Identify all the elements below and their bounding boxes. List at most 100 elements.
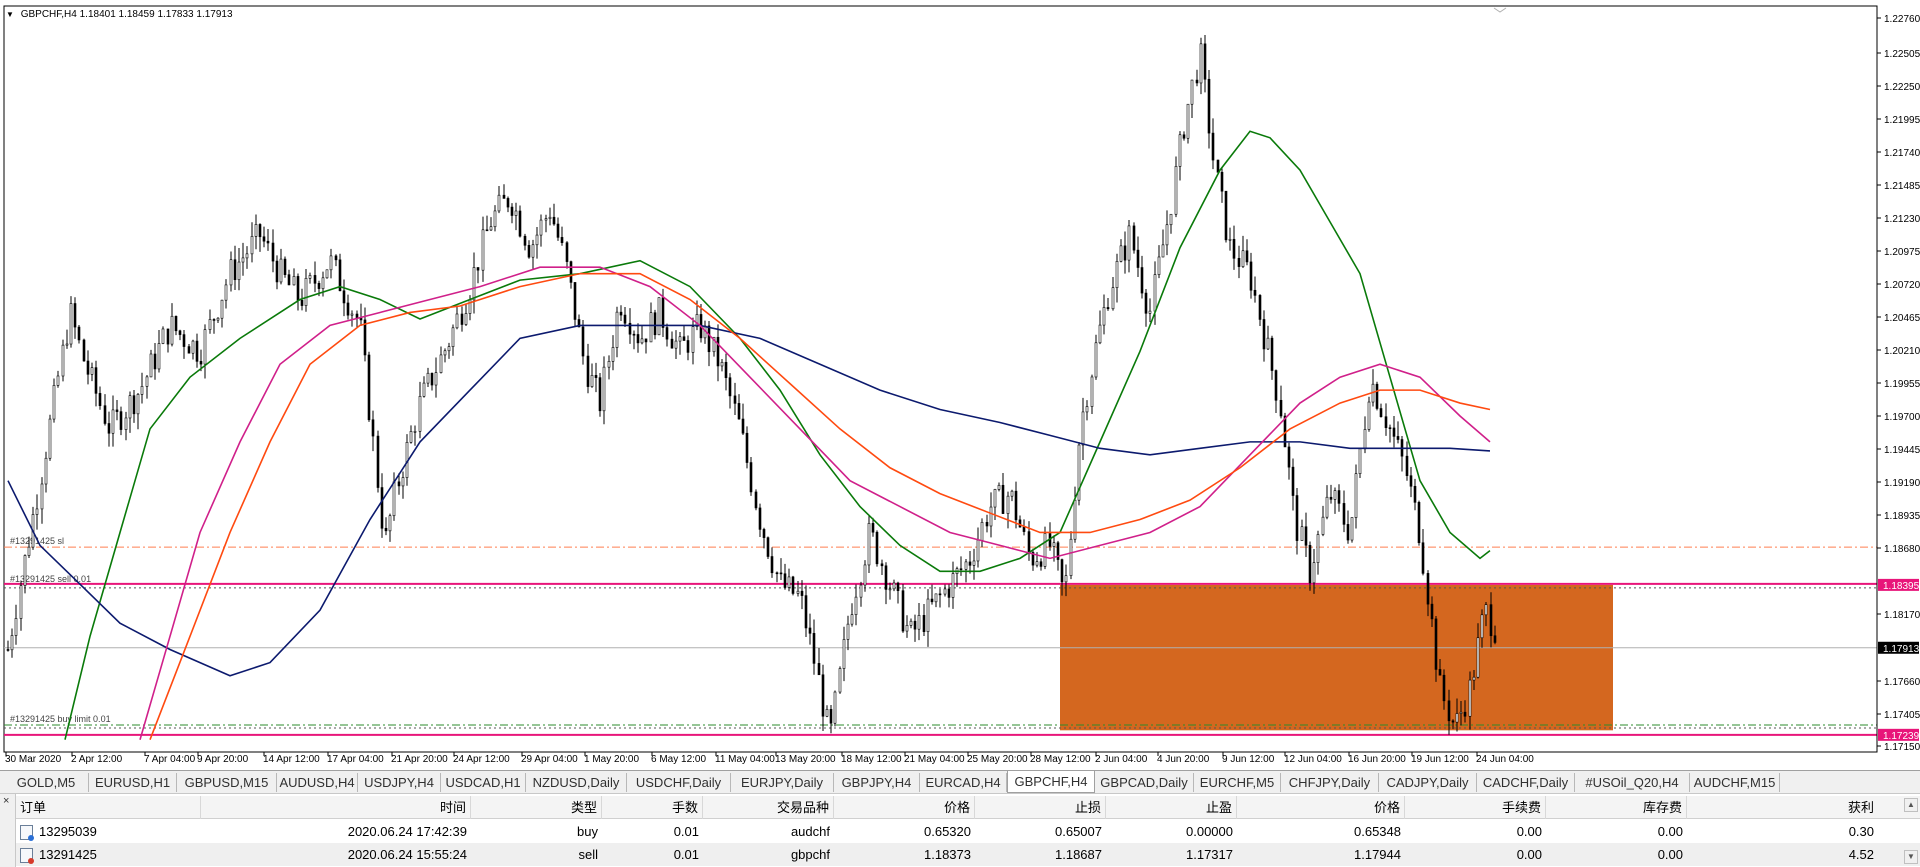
candle-body (1220, 171, 1224, 192)
header-time[interactable]: 时间 (201, 796, 471, 819)
candle-body (98, 393, 102, 406)
candle-body (796, 590, 800, 594)
candle-body (241, 257, 245, 263)
header-price[interactable]: 价格 (835, 796, 975, 819)
candle-body (14, 618, 18, 636)
header-current-price[interactable]: 价格 (1238, 796, 1405, 819)
candle-body (1190, 79, 1194, 105)
candle-body (1367, 401, 1371, 430)
tab-cadjpy-daily[interactable]: CADJPY,Daily (1379, 773, 1477, 792)
header-order[interactable]: 订单 (20, 796, 201, 819)
candle-body (531, 244, 535, 258)
chart-menu-triangle-icon[interactable]: ▼ (6, 10, 14, 19)
price-tick-label: 1.19955 (1884, 379, 1920, 390)
header-swap[interactable]: 库存费 (1547, 796, 1687, 819)
symbol-cell: audchf (790, 824, 830, 839)
close-terminal-icon[interactable]: × (3, 795, 9, 807)
price-chart[interactable]: #13291425 sl #13291425 sell 0.01 #13291425… (0, 0, 1920, 770)
candle-body (880, 563, 884, 567)
table-row[interactable]: 13295039 2020.06.24 17:42:39 buy 0.01 au… (16, 820, 1920, 843)
take-profit-cell[interactable]: 1.17317 (1107, 843, 1237, 866)
candle-body (1027, 531, 1031, 553)
candle-body (195, 340, 199, 362)
type-cell: buy (577, 824, 598, 839)
header-take-profit[interactable]: 止盈 (1107, 796, 1237, 819)
candle-body (1337, 490, 1341, 504)
candle-body (745, 432, 749, 463)
price-tick-label: 1.18935 (1884, 511, 1920, 522)
tab-nzdusd-daily[interactable]: NZDUSD,Daily (526, 773, 627, 792)
tab-eurchf-m5[interactable]: EURCHF,M5 (1194, 773, 1281, 792)
tab-gbpchf-h4[interactable]: GBPCHF,H4 (1007, 771, 1095, 793)
stop-loss-cell[interactable]: 1.18687 (976, 843, 1106, 866)
tab-cadchf-daily[interactable]: CADCHF,Daily (1477, 773, 1575, 792)
candle-body (1304, 526, 1308, 546)
tab-usdchf-daily[interactable]: USDCHF,Daily (627, 773, 731, 792)
candle-body (1455, 713, 1459, 723)
candle-body (283, 258, 287, 275)
tab-gbpusd-m15[interactable]: GBPUSD,M15 (177, 773, 277, 792)
candle-body (686, 340, 690, 353)
candle-body (1291, 466, 1295, 496)
tab-gbpjpy-h4[interactable]: GBPJPY,H4 (834, 773, 920, 792)
tab-usdcad-h1[interactable]: USDCAD,H1 (441, 773, 526, 792)
candle-body (644, 338, 648, 343)
tab-usdjpy-h4[interactable]: USDJPY,H4 (358, 773, 441, 792)
candle-body (892, 582, 896, 590)
header-profit[interactable]: 获利 (1688, 796, 1878, 819)
candle-body (527, 245, 531, 258)
tab-eurjpy-daily[interactable]: EURJPY,Daily (731, 773, 834, 792)
candle-body (1043, 533, 1047, 567)
candle-body (1316, 534, 1320, 563)
candle-body (854, 596, 858, 615)
candle-body (1052, 542, 1056, 547)
candle-body (1295, 495, 1299, 541)
tab-eurusd-h1[interactable]: EURUSD,H1 (89, 773, 177, 792)
tab-chfjpy-daily[interactable]: CHFJPY,Daily (1281, 773, 1379, 792)
tab-gold-m5[interactable]: GOLD,M5 (4, 773, 89, 792)
take-profit-cell[interactable]: 0.00000 (1107, 820, 1237, 843)
tab-eurcad-h4[interactable]: EURCAD,H4 (920, 773, 1007, 792)
candle-body (1153, 274, 1157, 312)
candle-body (1249, 261, 1253, 291)
header-commission[interactable]: 手续费 (1406, 796, 1546, 819)
candle-body (619, 311, 623, 316)
candle-body (556, 223, 560, 238)
header-lots[interactable]: 手数 (603, 796, 703, 819)
header-type[interactable]: 类型 (472, 796, 602, 819)
candle-body (1010, 490, 1014, 497)
candle-body (157, 343, 161, 370)
candle-body (901, 590, 905, 632)
tab-audchf-m15[interactable]: AUDCHF,M15 (1690, 773, 1780, 792)
candle-body (749, 462, 753, 493)
time-tick-label: 16 Jun 20:00 (1348, 754, 1406, 765)
candle-body (1132, 225, 1136, 251)
time-tick-label: 14 Apr 12:00 (263, 754, 320, 765)
price-tick-label: 1.21230 (1884, 214, 1920, 225)
table-row[interactable]: 13291425 2020.06.24 15:55:24 sell 0.01 g… (16, 843, 1920, 866)
header-symbol[interactable]: 交易品种 (704, 796, 834, 819)
candle-body (493, 210, 497, 228)
stop-loss-cell[interactable]: 0.65007 (976, 820, 1106, 843)
chart-canvas[interactable]: #13291425 sl#13291425 sell 0.01#13291425… (0, 0, 1920, 770)
candle-body (342, 290, 346, 304)
header-stop-loss[interactable]: 止损 (976, 796, 1106, 819)
tab-gbpcad-daily[interactable]: GBPCAD,Daily (1095, 773, 1194, 792)
time-tick-label: 18 May 12:00 (841, 754, 902, 765)
candle-body (258, 224, 262, 238)
candle-body (413, 431, 417, 433)
candle-body (308, 275, 312, 279)
tab-audusd-h4[interactable]: AUDUSD,H4 (277, 773, 358, 792)
time-tick-label: 25 May 20:00 (967, 754, 1028, 765)
candle-body (350, 313, 354, 316)
tab-usoil-q20-h4[interactable]: #USOil_Q20,H4 (1575, 773, 1690, 792)
candle-body (1363, 429, 1367, 450)
candle-body (1346, 524, 1350, 541)
candle-body (905, 625, 909, 632)
terminal-header-row: 订单 时间 类型 手数 交易品种 价格 止损 止盈 价格 手续费 库存费 获利 (16, 796, 1920, 819)
time-tick-label: 6 May 12:00 (651, 754, 706, 765)
candle-body (27, 546, 31, 556)
scroll-down-arrow-icon[interactable]: ▼ (1904, 850, 1918, 864)
scroll-up-arrow-icon[interactable]: ▲ (1904, 798, 1918, 812)
candle-body (1081, 411, 1085, 446)
